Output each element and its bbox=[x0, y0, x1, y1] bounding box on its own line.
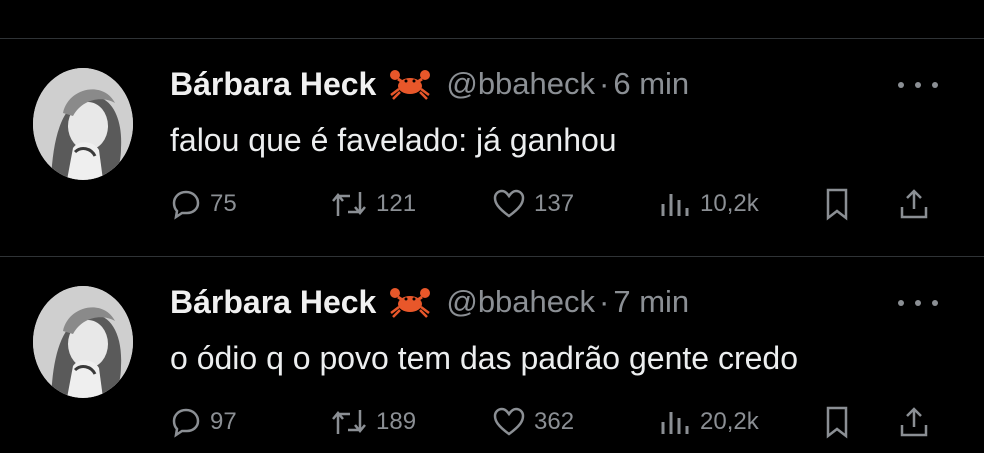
tweet-text: o ódio q o povo tem das padrão gente cre… bbox=[170, 340, 798, 376]
retweet-icon bbox=[332, 192, 366, 216]
views-icon bbox=[661, 194, 689, 216]
separator-dot: · bbox=[599, 284, 610, 319]
reply-count: 97 bbox=[210, 408, 237, 435]
avatar-photo bbox=[33, 68, 133, 180]
crab-icon bbox=[390, 70, 431, 100]
reply-count: 75 bbox=[210, 190, 237, 217]
views-button[interactable]: 20,2k bbox=[658, 402, 759, 442]
heart-icon bbox=[493, 189, 525, 218]
like-button[interactable]: 362 bbox=[492, 402, 574, 442]
retweet-count: 189 bbox=[376, 408, 417, 435]
more-options-icon[interactable] bbox=[898, 293, 938, 313]
reply-button[interactable]: 97 bbox=[170, 402, 237, 442]
tweet-actions: 97 189 362 20,2k bbox=[170, 402, 940, 442]
separator-dot: · bbox=[599, 66, 610, 101]
tweet-header: Bárbara Heck @bbaheck · 6 min bbox=[170, 64, 689, 104]
crab-icon bbox=[390, 288, 431, 318]
tweet-header: Bárbara Heck @bbaheck · 7 min bbox=[170, 282, 689, 322]
heart-icon bbox=[493, 407, 525, 436]
user-handle[interactable]: @bbaheck bbox=[446, 284, 595, 320]
tweet-text: falou que é favelado: já ganhou bbox=[170, 122, 617, 158]
views-count: 20,2k bbox=[700, 408, 759, 435]
views-count: 10,2k bbox=[700, 190, 759, 217]
reply-icon bbox=[172, 190, 200, 220]
avatar[interactable] bbox=[33, 286, 133, 398]
display-name[interactable]: Bárbara Heck bbox=[170, 66, 376, 103]
bookmark-icon bbox=[826, 406, 848, 439]
user-handle[interactable]: @bbaheck bbox=[446, 66, 595, 102]
bookmark-button[interactable] bbox=[822, 402, 852, 442]
retweet-button[interactable]: 189 bbox=[330, 402, 416, 442]
bookmark-icon bbox=[826, 188, 848, 221]
views-icon bbox=[661, 412, 689, 434]
tweet[interactable]: Bárbara Heck @bbaheck · 6 min falou que … bbox=[0, 0, 984, 221]
share-button[interactable] bbox=[898, 402, 930, 442]
retweet-count: 121 bbox=[376, 190, 417, 217]
avatar-photo bbox=[33, 286, 133, 398]
retweet-icon bbox=[332, 410, 366, 434]
like-count: 137 bbox=[534, 190, 575, 217]
share-icon bbox=[900, 189, 928, 219]
share-icon bbox=[900, 407, 928, 437]
like-count: 362 bbox=[534, 408, 575, 435]
display-name[interactable]: Bárbara Heck bbox=[170, 284, 376, 321]
timestamp[interactable]: 6 min bbox=[613, 66, 689, 102]
tweet[interactable]: Bárbara Heck @bbaheck · 7 min o ódio q o… bbox=[0, 218, 984, 439]
more-options-icon[interactable] bbox=[898, 75, 938, 95]
reply-icon bbox=[172, 408, 200, 438]
avatar[interactable] bbox=[33, 68, 133, 180]
timestamp[interactable]: 7 min bbox=[613, 284, 689, 320]
